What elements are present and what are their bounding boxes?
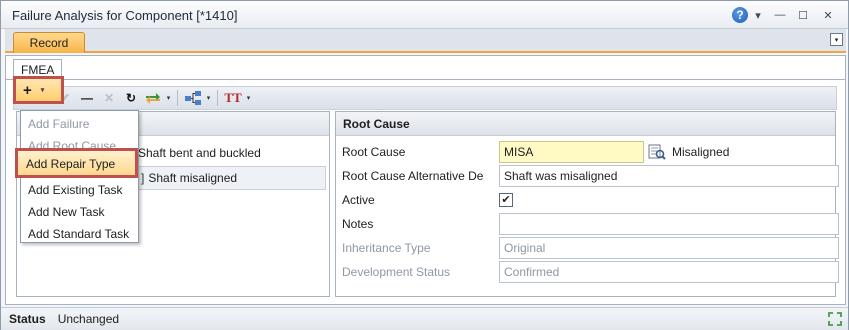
tree-row-label: Shaft misaligned: [148, 171, 238, 185]
help-icon: ?: [732, 7, 748, 23]
active-row: Active ✔: [342, 189, 832, 211]
root-cause-row: Root Cause MISA Misaligned: [342, 141, 832, 163]
title-bar: Failure Analysis for Component [*1410] ?…: [1, 1, 848, 29]
development-label: Development Status: [342, 265, 451, 279]
text-format-icon[interactable]: TT: [222, 88, 244, 108]
hierarchy-menu-caret-icon[interactable]: ▾: [204, 88, 213, 108]
add-button[interactable]: + ▾: [13, 76, 64, 104]
add-icon: +: [23, 81, 32, 99]
refresh-glyph: ↻: [125, 91, 137, 105]
hierarchy-icon[interactable]: [182, 88, 204, 108]
cancel-glyph: ✕: [103, 91, 115, 105]
tab-record[interactable]: Record: [13, 32, 85, 53]
root-cause-label: Root Cause: [342, 145, 406, 159]
tree-row-selected[interactable]: ] Shaft misaligned: [138, 166, 326, 190]
tree-node-icon: ]: [141, 171, 145, 185]
development-input: Confirmed: [499, 261, 839, 283]
toolbar-separator: [217, 90, 218, 106]
status-label: Status: [9, 312, 46, 326]
status-bar: Status Unchanged: [1, 307, 848, 330]
status-value: Unchanged: [57, 312, 120, 326]
alternative-input[interactable]: Shaft was misaligned: [499, 165, 839, 187]
notes-row: Notes: [342, 213, 839, 235]
maximize-button[interactable]: ☐: [795, 6, 811, 24]
remove-glyph: —: [81, 91, 93, 105]
hierarchy-diagram-icon: [185, 91, 201, 105]
close-button[interactable]: ✕: [820, 6, 836, 24]
active-label: Active: [342, 193, 375, 207]
refresh-icon[interactable]: ↻: [120, 88, 142, 108]
menu-item-add-existing-task[interactable]: Add Existing Task: [22, 180, 137, 200]
record-tab-strip: Record ▾: [5, 29, 846, 53]
swap-menu-caret-icon[interactable]: ▾: [164, 88, 173, 108]
tab-strip-menu-icon[interactable]: ▾: [830, 33, 843, 46]
text-format-caret-icon[interactable]: ▾: [244, 88, 253, 108]
development-row: Development Status Confirmed: [342, 261, 839, 283]
active-checkbox[interactable]: ✔: [499, 193, 513, 207]
add-menu-caret-icon: ▾: [40, 87, 45, 94]
minimize-button[interactable]: —: [772, 6, 788, 24]
root-cause-header: Root Cause: [336, 112, 835, 136]
fmea-toolbar: ✔ — ✕ ↻ ▾ ▾ TT ▾: [13, 86, 837, 110]
root-cause-panel: Root Cause Root Cause MISA Misaligned Ro…: [335, 111, 839, 297]
menu-item-add-repair-type[interactable]: Add Repair Type: [15, 148, 138, 178]
inheritance-row: Inheritance Type Original: [342, 237, 839, 259]
failure-analysis-window: Failure Analysis for Component [*1410] ?…: [0, 0, 849, 330]
alternative-label: Root Cause Alternative De: [342, 169, 484, 183]
sub-tab-divider: [6, 79, 845, 80]
window-title: Failure Analysis for Component [*1410]: [12, 8, 238, 23]
tree-row-label: Shaft bent and buckled: [138, 146, 261, 160]
menu-item-add-standard-task[interactable]: Add Standard Task: [22, 224, 137, 244]
notes-input[interactable]: [499, 213, 839, 235]
minus-icon[interactable]: —: [76, 88, 98, 108]
root-cause-input[interactable]: MISA: [499, 141, 644, 163]
cancel-icon[interactable]: ✕: [98, 88, 120, 108]
root-cause-description: Misaligned: [672, 145, 730, 159]
toolbar-separator: [177, 90, 178, 106]
tree-row[interactable]: Shaft bent and buckled: [138, 141, 318, 165]
inheritance-label: Inheritance Type: [342, 241, 431, 255]
alternative-row: Root Cause Alternative De Shaft was misa…: [342, 165, 839, 187]
swap-icon[interactable]: [142, 88, 164, 108]
help-button[interactable]: ?: [732, 6, 748, 24]
swap-arrows-icon: [146, 93, 160, 104]
help-menu-caret-icon[interactable]: ▾: [753, 6, 763, 24]
expand-icon[interactable]: [828, 312, 842, 326]
menu-item-add-failure[interactable]: Add Failure: [22, 114, 137, 134]
menu-item-add-new-task[interactable]: Add New Task: [22, 202, 137, 222]
text-format-glyph: TT: [224, 90, 242, 105]
notes-label: Notes: [342, 217, 374, 231]
lookup-icon[interactable]: [648, 143, 666, 161]
inheritance-input: Original: [499, 237, 839, 259]
